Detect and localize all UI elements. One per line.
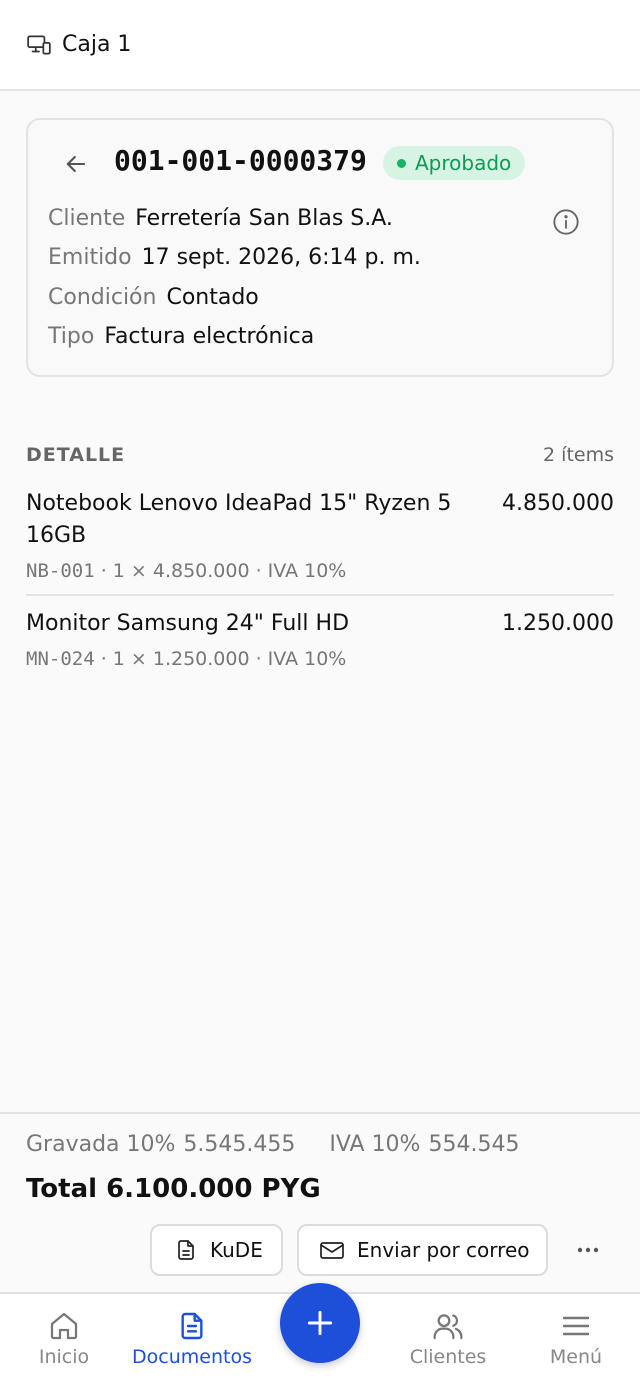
line-item[interactable]: Notebook Lenovo IdeaPad 15" Ryzen 5 16GB… bbox=[26, 488, 614, 582]
nav-tab-inicio[interactable]: Inicio bbox=[0, 1294, 128, 1385]
mail-icon bbox=[319, 1238, 345, 1262]
nav-tab-label: Menú bbox=[549, 1346, 603, 1368]
document-card: 001-001-0000379 Aprobado Cliente Ferreter… bbox=[26, 118, 614, 377]
field-label: Condición bbox=[48, 285, 157, 310]
register-title: Caja 1 bbox=[62, 32, 132, 57]
info-icon[interactable] bbox=[552, 208, 580, 236]
file-text-icon bbox=[174, 1238, 198, 1262]
meta-separator: · bbox=[100, 560, 113, 582]
meta-separator: · bbox=[100, 648, 113, 670]
item-qty-line: 1 × 1.250.000 · IVA 10% bbox=[112, 648, 347, 670]
send-email-button[interactable]: Enviar por correo bbox=[297, 1224, 548, 1276]
send-email-label: Enviar por correo bbox=[357, 1238, 530, 1262]
totals-footer: Gravada 10% 5.545.455 IVA 10% 554.545 Total… bbox=[0, 1112, 640, 1293]
total-amount: Total 6.100.000 PYG bbox=[26, 1174, 321, 1204]
field-emitido: Emitido 17 sept. 2026, 6:14 p. m. bbox=[48, 245, 421, 270]
field-value: 17 sept. 2026, 6:14 p. m. bbox=[141, 245, 421, 270]
item-name: Notebook Lenovo IdeaPad 15" Ryzen 5 16GB bbox=[26, 491, 452, 548]
line-item[interactable]: Monitor Samsung 24" Full HD 1.250.000 MN… bbox=[26, 608, 614, 670]
item-sku: NB-001 bbox=[26, 560, 95, 582]
nav-tab-clientes[interactable]: Clientes bbox=[384, 1294, 512, 1385]
item-sku: MN-024 bbox=[26, 648, 95, 670]
status-label: Aprobado bbox=[415, 151, 512, 175]
gravada-label: Gravada 10% bbox=[26, 1132, 176, 1157]
item-count: 2 ítems bbox=[543, 444, 614, 466]
item-meta: MN-024 · 1 × 1.250.000 · IVA 10% bbox=[26, 648, 614, 670]
document-icon bbox=[176, 1310, 208, 1342]
item-amount: 4.850.000 bbox=[502, 491, 614, 516]
nav-tab-label: Inicio bbox=[38, 1346, 90, 1368]
field-value: Ferretería San Blas S.A. bbox=[135, 206, 393, 231]
field-value: Contado bbox=[166, 285, 259, 310]
nav-tab-label: Documentos bbox=[132, 1346, 252, 1368]
devices-icon bbox=[26, 32, 52, 58]
more-options-icon[interactable] bbox=[574, 1236, 602, 1264]
top-bar: Caja 1 bbox=[0, 0, 640, 91]
kude-label: KuDE bbox=[210, 1238, 263, 1262]
home-icon bbox=[48, 1310, 80, 1342]
gravada-value: 5.545.455 bbox=[183, 1132, 296, 1157]
item-qty-line: 1 × 4.850.000 · IVA 10% bbox=[112, 560, 347, 582]
nav-tab-documentos[interactable]: Documentos bbox=[128, 1294, 256, 1385]
iva-value: 554.545 bbox=[428, 1132, 520, 1157]
nav-tab-label: Clientes bbox=[409, 1346, 487, 1368]
field-tipo: Tipo Factura electrónica bbox=[48, 324, 314, 349]
nav-tab-menu[interactable]: Menú bbox=[512, 1294, 640, 1385]
users-icon bbox=[432, 1310, 464, 1342]
item-meta: NB-001 · 1 × 4.850.000 · IVA 10% bbox=[26, 560, 614, 582]
field-label: Tipo bbox=[48, 324, 95, 349]
menu-icon bbox=[560, 1310, 592, 1342]
field-label: Emitido bbox=[48, 245, 132, 270]
item-amount: 1.250.000 bbox=[502, 611, 614, 636]
plus-icon bbox=[304, 1307, 336, 1339]
field-condicion: Condición Contado bbox=[48, 285, 259, 310]
document-number: 001-001-0000379 bbox=[114, 144, 367, 177]
item-name: Monitor Samsung 24" Full HD bbox=[26, 611, 350, 636]
status-badge: Aprobado bbox=[383, 146, 526, 180]
field-value: Factura electrónica bbox=[104, 324, 315, 349]
detail-header: DETALLE 2 ítems bbox=[26, 444, 614, 466]
tax-summary: Gravada 10% 5.545.455 IVA 10% 554.545 bbox=[26, 1132, 527, 1157]
iva-label: IVA 10% bbox=[329, 1132, 421, 1157]
detail-heading: DETALLE bbox=[26, 444, 126, 466]
kude-button[interactable]: KuDE bbox=[150, 1224, 283, 1276]
field-label: Cliente bbox=[48, 206, 126, 231]
new-document-fab[interactable] bbox=[280, 1283, 360, 1363]
back-arrow-icon[interactable] bbox=[62, 150, 90, 178]
field-cliente: Cliente Ferretería San Blas S.A. bbox=[48, 206, 393, 231]
item-divider bbox=[26, 594, 614, 596]
status-dot bbox=[397, 159, 406, 168]
